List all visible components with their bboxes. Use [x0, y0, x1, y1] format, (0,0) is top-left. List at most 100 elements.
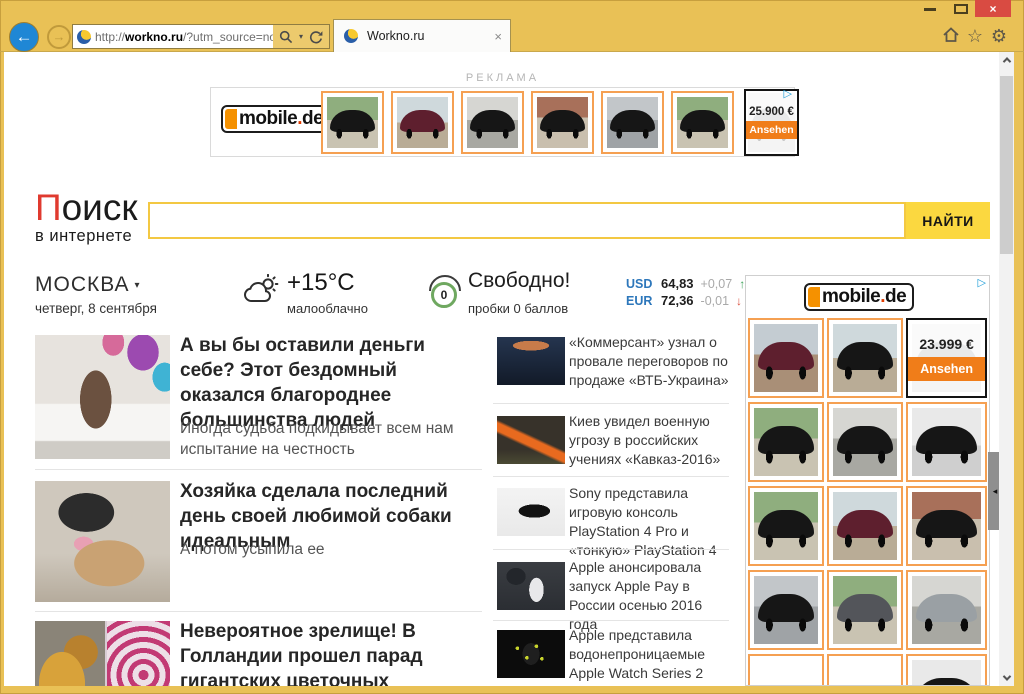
- news-title[interactable]: «Коммерсант» узнал о провале переговоров…: [569, 333, 729, 390]
- settings-button[interactable]: ⚙: [989, 26, 1009, 46]
- currency-rates: USD 64,83 +0,07 ↑ EUR 72,36 -0,01 ↓: [626, 275, 745, 309]
- tab-workno[interactable]: Workno.ru ×: [333, 19, 511, 52]
- news-item[interactable]: Apple представила водонепроницаемые Appl…: [493, 626, 729, 686]
- news-photo[interactable]: [497, 337, 565, 385]
- ad-car-thumb[interactable]: [906, 402, 987, 482]
- ad-car-thumb[interactable]: [748, 402, 824, 482]
- news-item[interactable]: Apple анонсировала запуск Apple Pay в Ро…: [493, 558, 729, 616]
- chevron-down-icon[interactable]: ▾: [299, 32, 303, 41]
- ad-car-thumb[interactable]: [671, 91, 734, 154]
- ad-car-thumb[interactable]: [391, 91, 454, 154]
- car-photo: [327, 97, 378, 148]
- tab-close-icon[interactable]: ×: [492, 29, 504, 44]
- page-content: РЕКЛАМА mobile.de 25.900 € Ansehen ▷ Пои…: [4, 52, 1014, 686]
- minimize-button[interactable]: [924, 8, 936, 11]
- divider: [493, 549, 729, 550]
- back-button[interactable]: ←: [9, 22, 39, 52]
- close-button[interactable]: ×: [975, 0, 1011, 17]
- car-photo: [833, 492, 897, 560]
- divider: [35, 611, 482, 612]
- ad-car-thumb[interactable]: [827, 654, 903, 686]
- ad-car-thumb[interactable]: [906, 570, 987, 650]
- car-photo: [833, 324, 897, 392]
- ansehen-button[interactable]: Ansehen: [908, 357, 985, 381]
- news-photo[interactable]: [35, 621, 170, 686]
- ad-car-grid: 23.999 € Ansehen: [748, 318, 987, 686]
- ad-car-thumb[interactable]: [906, 486, 987, 566]
- ad-car-thumb[interactable]: [906, 654, 987, 686]
- news-title[interactable]: Невероятное зрелище! В Голландии прошел …: [180, 619, 482, 686]
- url-text[interactable]: http://workno.ru/?utm_source=none&u: [95, 30, 273, 44]
- news-item[interactable]: А вы бы оставили деньги себе? Этот бездо…: [35, 333, 482, 463]
- ad-car-thumb[interactable]: [531, 91, 594, 154]
- adchoices-icon[interactable]: ▷: [784, 89, 792, 100]
- ad-car-thumb[interactable]: [601, 91, 664, 154]
- car-photo: [912, 576, 981, 644]
- ad-car-thumb[interactable]: [827, 570, 903, 650]
- search-icon[interactable]: [279, 30, 293, 44]
- current-date: четверг, 8 сентября: [35, 301, 157, 316]
- news-item[interactable]: Киев увидел военную угрозу в российских …: [493, 412, 729, 472]
- forward-button[interactable]: →: [47, 25, 71, 49]
- adchoices-icon[interactable]: ▷: [978, 278, 986, 289]
- car-photo: [397, 97, 448, 148]
- ad-car-thumb[interactable]: [827, 318, 903, 398]
- news-photo[interactable]: [497, 630, 565, 678]
- ad-car-thumb[interactable]: [461, 91, 524, 154]
- news-photo[interactable]: [35, 481, 170, 602]
- ad-car-thumb[interactable]: [321, 91, 384, 154]
- news-photo[interactable]: [497, 562, 565, 610]
- vertical-scrollbar[interactable]: [999, 52, 1014, 686]
- search-logo[interactable]: Поиск в интернете: [35, 189, 138, 246]
- news-item[interactable]: Невероятное зрелище! В Голландии прошел …: [35, 619, 482, 686]
- refresh-icon[interactable]: [309, 30, 323, 44]
- maximize-button[interactable]: [954, 4, 968, 14]
- ansehen-button[interactable]: Ansehen: [744, 121, 799, 139]
- scroll-up-button[interactable]: [999, 52, 1014, 68]
- ad-car-thumb[interactable]: [748, 318, 824, 398]
- address-bar[interactable]: http://workno.ru/?utm_source=none&u ▾: [72, 24, 330, 49]
- news-item[interactable]: «Коммерсант» узнал о провале переговоров…: [493, 333, 729, 393]
- news-subtitle: Иногда судьба подкидывает всем нам испыт…: [180, 418, 482, 460]
- city-selector[interactable]: МОСКВА▾: [35, 273, 141, 297]
- news-photo[interactable]: [497, 416, 565, 464]
- scrollbar-thumb[interactable]: [1000, 76, 1013, 254]
- mobile-de-logo: mobile.de: [221, 105, 331, 133]
- news-title[interactable]: Apple представила водонепроницаемые Appl…: [569, 626, 729, 683]
- car-photo: [912, 660, 981, 686]
- traffic-icon: 0: [426, 273, 464, 311]
- favorites-button[interactable]: ☆: [965, 26, 985, 46]
- news-photo[interactable]: [35, 335, 170, 459]
- top-banner-ad[interactable]: mobile.de 25.900 € Ansehen ▷: [210, 87, 795, 157]
- ad-car-thumb[interactable]: [748, 486, 824, 566]
- scroll-down-button[interactable]: [999, 670, 1014, 686]
- chevron-up-icon: [1002, 57, 1010, 65]
- sidebar-ad[interactable]: ▷ mobile.de 23.999 € Ansehen: [745, 275, 990, 686]
- home-button[interactable]: [941, 26, 961, 46]
- news-item[interactable]: Sony представила игровую консоль PlaySta…: [493, 484, 729, 544]
- search-button[interactable]: НАЙТИ: [906, 202, 990, 239]
- car-photo: [833, 408, 897, 476]
- ad-section-label: РЕКЛАМА: [210, 72, 795, 84]
- ad-car-thumb[interactable]: [748, 570, 824, 650]
- search-input[interactable]: [148, 202, 906, 239]
- close-icon: ×: [989, 2, 996, 16]
- ad-price: 23.999 €: [919, 336, 974, 352]
- car-photo: [833, 576, 897, 644]
- car-photo: [912, 492, 981, 560]
- news-item[interactable]: Хозяйка сделала последний день своей люб…: [35, 479, 482, 605]
- ad-car-thumb[interactable]: [827, 486, 903, 566]
- ad-car-thumb[interactable]: [748, 654, 824, 686]
- ad-car-thumb[interactable]: [827, 402, 903, 482]
- news-title[interactable]: Киев увидел военную угрозу в российских …: [569, 412, 729, 469]
- gear-icon: ⚙: [991, 26, 1007, 46]
- back-icon: ←: [16, 27, 33, 46]
- car-photo: [677, 97, 728, 148]
- triangle-left-icon: ◂: [993, 486, 998, 497]
- news-photo[interactable]: [497, 488, 565, 536]
- ad-offer-box[interactable]: 23.999 € Ansehen: [906, 318, 987, 398]
- weather-description: малооблачно: [287, 301, 368, 316]
- news-subtitle: А потом усыпила ее: [180, 539, 482, 560]
- ad-price: 25.900 €: [749, 106, 794, 118]
- news-title[interactable]: Apple анонсировала запуск Apple Pay в Ро…: [569, 558, 729, 634]
